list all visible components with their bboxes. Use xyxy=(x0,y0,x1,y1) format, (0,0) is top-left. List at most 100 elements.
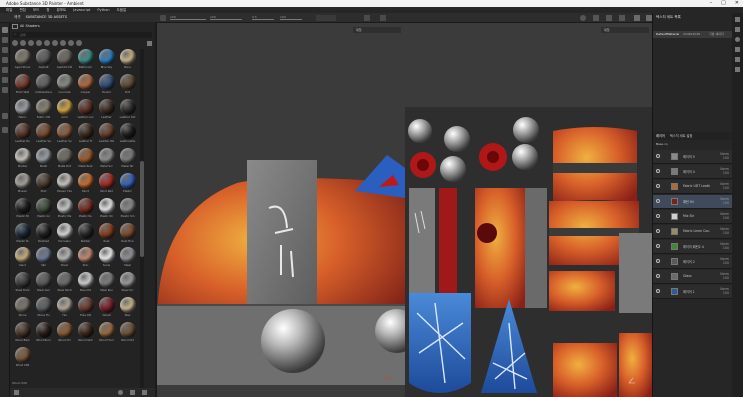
layer-blend[interactable]: Norm 100 xyxy=(720,152,729,160)
material-tile[interactable]: Wood Bark xyxy=(13,321,32,343)
screenshot-icon[interactable] xyxy=(606,15,612,21)
material-tile[interactable]: Steel Paint xyxy=(55,272,74,293)
visibility-eye-icon[interactable] xyxy=(656,274,660,278)
material-tile[interactable]: Leather Tr xyxy=(76,123,95,144)
material-tile[interactable]: Wood Floor xyxy=(97,321,116,343)
layer-row[interactable]: Fabric Linen Cou Norm 100 xyxy=(653,225,733,239)
spacing-slider[interactable] xyxy=(252,19,274,20)
layer-row[interactable]: 패턴 fill Norm 100 xyxy=(653,195,733,209)
material-tile[interactable]: Asphalt Old xyxy=(55,49,74,70)
paint-tool-icon[interactable] xyxy=(2,27,8,33)
layer-blend[interactable]: Norm 100 xyxy=(720,227,729,235)
material-tile[interactable]: Plastic Ma xyxy=(55,197,74,219)
display-settings-icon[interactable] xyxy=(735,37,740,42)
layers-panel-icon[interactable] xyxy=(735,17,740,22)
brush-icon[interactable] xyxy=(160,15,166,21)
polygon-fill-icon[interactable] xyxy=(2,57,8,63)
material-tile[interactable]: Marble xyxy=(13,148,32,169)
tab-assets[interactable]: 에셋 xyxy=(14,15,20,19)
material-tile[interactable]: Bathroom xyxy=(76,49,95,70)
projection-tool-icon[interactable] xyxy=(2,47,8,53)
material-tile[interactable]: Stone xyxy=(13,296,32,318)
material-tile[interactable]: Paint Red xyxy=(97,172,116,194)
symmetry-toggle[interactable] xyxy=(316,15,336,21)
material-tile[interactable]: Snow xyxy=(97,247,116,268)
layer-blend[interactable]: Norm 100 xyxy=(720,212,729,220)
render-icon[interactable] xyxy=(619,15,625,21)
import-icon[interactable] xyxy=(14,390,19,395)
filter-grunge-icon[interactable] xyxy=(60,40,66,46)
material-tile[interactable]: Silk xyxy=(34,247,53,268)
grid-view-icon[interactable] xyxy=(147,41,152,46)
material-tile[interactable]: Brick Wall xyxy=(13,73,32,95)
viewport-3d[interactable]: 재질 xyxy=(157,23,405,397)
material-tile[interactable]: Metal Scr xyxy=(97,148,116,169)
stroke-icon[interactable] xyxy=(380,15,386,21)
material-tile[interactable]: Polished xyxy=(34,222,53,244)
material-tile[interactable]: Plastic Sh xyxy=(97,197,116,219)
layer-blend[interactable]: Norm 100 xyxy=(720,242,729,250)
material-tile[interactable]: Denim xyxy=(97,73,116,95)
visibility-eye-icon[interactable] xyxy=(656,154,660,158)
material-tile[interactable]: Blue Sky xyxy=(97,49,116,70)
material-tile[interactable]: Leather Ws xyxy=(97,123,116,144)
settings-icon[interactable] xyxy=(130,390,135,395)
visibility-eye-icon[interactable] xyxy=(656,199,660,203)
material-tile[interactable]: Metal xyxy=(34,148,53,169)
picker-tool-icon[interactable] xyxy=(2,87,8,93)
material-tile[interactable]: Plastic Ru xyxy=(76,197,95,219)
material-tile[interactable]: Mud xyxy=(34,172,53,194)
add-icon[interactable] xyxy=(142,390,147,395)
record-icon[interactable] xyxy=(580,15,586,21)
maximize-icon[interactable]: □ xyxy=(721,0,726,7)
material-tile[interactable]: Mosaic xyxy=(13,172,32,194)
visibility-eye-icon[interactable] xyxy=(656,169,660,173)
minimize-icon[interactable]: – xyxy=(710,0,713,7)
material-tile[interactable]: Leather Lux xyxy=(76,98,95,120)
material-tile[interactable]: Wood Dark xyxy=(76,321,95,343)
size-slider[interactable] xyxy=(170,19,206,20)
material-tile[interactable]: Leather Ro xyxy=(13,123,32,144)
material-tile[interactable]: Wax xyxy=(118,296,137,318)
material-tile[interactable]: Metal Rust xyxy=(76,148,95,169)
shader-settings-icon[interactable] xyxy=(735,47,740,52)
layer-blend[interactable]: Norm 100 xyxy=(720,272,729,280)
visibility-eye-icon[interactable] xyxy=(656,214,660,218)
filter-alpha-icon[interactable] xyxy=(52,40,58,46)
material-tile[interactable]: Rust xyxy=(97,222,116,244)
material-tile[interactable]: Fabric xyxy=(13,98,32,120)
material-tile[interactable]: Skin xyxy=(76,247,95,268)
tab-substance-assets[interactable]: SUBSTANCE 3D ASSETS xyxy=(26,15,67,19)
material-tile[interactable]: Steel Dark xyxy=(13,272,32,293)
visibility-eye-icon[interactable] xyxy=(656,244,660,248)
layer-blend[interactable]: Norm 100 xyxy=(720,182,729,190)
visibility-eye-icon[interactable] xyxy=(656,289,660,293)
material-tile[interactable]: Wood 006 xyxy=(13,346,32,368)
texture-set-shader[interactable]: 기본 셰이더 xyxy=(709,32,724,36)
search-input[interactable]: ⌕ 검색 xyxy=(12,32,152,38)
layer-row[interactable]: 레이어 패턴2 4 Norm 100 xyxy=(653,240,733,254)
tab-texture-set-settings[interactable]: 텍스처 세트 설정 xyxy=(666,134,693,138)
flow-slider[interactable] xyxy=(210,19,242,20)
material-tile[interactable]: Concrete xyxy=(55,73,74,95)
material-tile[interactable]: Sand xyxy=(13,247,32,268)
texture-set-row[interactable]: DefaultMaterial 2048x2048 기본 셰이더 xyxy=(653,31,732,38)
material-tile[interactable]: Silver xyxy=(55,247,74,268)
layer-blend[interactable]: Norm 100 xyxy=(720,257,729,265)
paint-mode-icon[interactable] xyxy=(634,15,640,21)
material-tile[interactable]: Leatherette xyxy=(118,123,137,144)
home-icon[interactable] xyxy=(12,24,18,29)
material-tile[interactable]: Mosaic Tile xyxy=(55,172,74,194)
material-tile[interactable]: Plastic Sm xyxy=(118,197,137,219)
close-icon[interactable]: ✕ xyxy=(735,0,739,7)
material-tile[interactable]: Gold xyxy=(55,98,74,120)
properties-panel-icon[interactable] xyxy=(735,27,740,32)
tab-layers[interactable]: 레이어 xyxy=(653,134,665,138)
bake-icon[interactable] xyxy=(2,113,8,119)
material-tile[interactable]: Wood Burn xyxy=(34,321,53,343)
material-tile[interactable]: Steel Rou xyxy=(97,272,116,293)
material-tile[interactable]: Wood Chi xyxy=(55,321,74,343)
filter-material-icon[interactable] xyxy=(20,40,26,46)
filter-brush-icon[interactable] xyxy=(44,40,50,46)
material-tile[interactable]: Tile xyxy=(55,296,74,318)
